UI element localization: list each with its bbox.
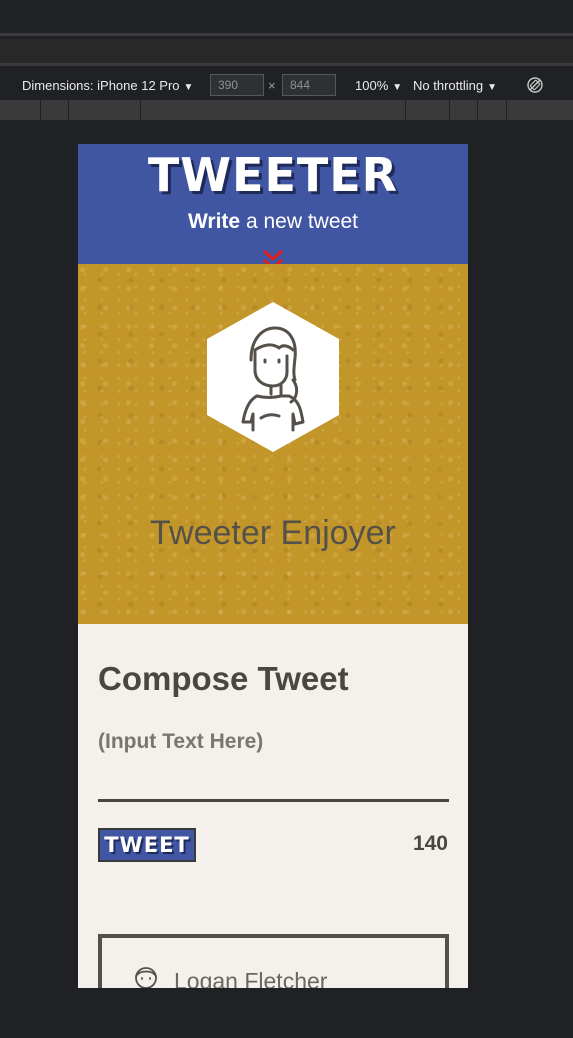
profile-name: Tweeter Enjoyer <box>150 514 396 552</box>
site-header: TWEETER Write a new tweet <box>78 144 468 271</box>
site-logo: TWEETER <box>147 148 399 202</box>
rotate-device-icon[interactable] <box>526 76 544 94</box>
height-input[interactable]: 844 <box>282 74 336 96</box>
dropdown-arrow-icon: ▼ <box>487 82 497 93</box>
width-input[interactable]: 390 <box>210 74 264 96</box>
devtools-tabbar <box>0 0 573 36</box>
profile-banner: Tweeter Enjoyer <box>78 264 468 624</box>
media-query-ruler[interactable] <box>0 100 573 120</box>
zoom-select[interactable]: 100% ▼ <box>355 78 402 93</box>
dropdown-arrow-icon: ▼ <box>392 82 403 93</box>
device-select[interactable]: Dimensions: iPhone 12 Pro ▼ <box>22 78 193 93</box>
compose-section: Compose Tweet TWEET 140 Logan Fletcher <box>78 624 468 988</box>
tweet-card: Logan Fletcher <box>98 934 449 988</box>
subtitle-text: a new tweet <box>240 210 359 233</box>
dropdown-arrow-icon: ▼ <box>183 82 194 93</box>
zoom-label: 100% <box>355 78 389 93</box>
tweet-username: Logan Fletcher <box>174 968 328 988</box>
throttling-label: No throttling <box>413 78 484 93</box>
device-toolbar: Dimensions: iPhone 12 Pro ▼ 390 × 844 100… <box>0 70 573 100</box>
device-label: Dimensions: iPhone 12 Pro <box>22 78 180 93</box>
throttling-select[interactable]: No throttling ▼ <box>413 78 497 93</box>
character-counter: 140 <box>412 832 448 855</box>
device-viewport: TWEETER Write a new tweet Tweeter Enjoye… <box>78 144 468 988</box>
subtitle-bold: Write <box>187 210 241 233</box>
dimension-separator: × <box>268 78 276 93</box>
tweet-button[interactable]: TWEET <box>98 828 196 862</box>
user-avatar-icon <box>207 302 339 452</box>
input-underline <box>98 799 449 802</box>
tweet-input[interactable] <box>98 722 448 762</box>
compose-title: Compose Tweet <box>98 660 349 697</box>
tweet-user-avatar-icon <box>135 967 157 988</box>
write-tweet-toggle[interactable]: Write a new tweet <box>78 210 468 234</box>
devtools-blank-bar <box>0 39 573 66</box>
